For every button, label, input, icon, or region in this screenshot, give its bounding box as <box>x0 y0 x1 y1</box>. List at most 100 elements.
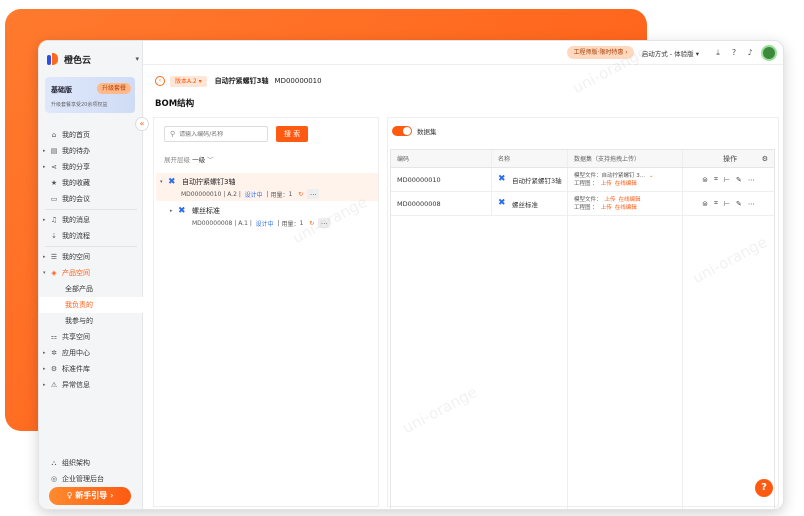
column-header-code: 编码 <box>391 150 492 167</box>
breadcrumb: ‹ 版本A.2 ▾ 自动拧紧螺钉3轴 MD00000010 <box>155 75 322 87</box>
cell-code: MD00000010 <box>391 168 492 191</box>
shared-space-icon: ⚏ <box>50 333 58 341</box>
upgrade-plan-button[interactable]: 升级套餐 <box>96 83 131 94</box>
sidebar-item-todo[interactable]: ▸ ▤ 我的待办 <box>39 143 143 159</box>
warning-icon: ⚠ <box>50 381 58 389</box>
model-file-value[interactable]: 自动拧紧螺钉 3... <box>602 173 646 179</box>
org-chart-icon: ⛬ <box>51 458 57 467</box>
search-button[interactable]: 搜 索 <box>276 126 308 142</box>
sidebar: 橙色云 ▾ 基础版 升级套餐 升级套餐享受20余项权益 ⌂ 我的首页 ▸ ▤ 我的待办… <box>39 41 143 509</box>
more-icon[interactable]: ⋯ <box>748 176 755 184</box>
chevron-down-icon[interactable]: ⌄ <box>649 173 654 179</box>
divider <box>45 209 137 210</box>
sidebar-item-label: 产品空间 <box>62 269 90 277</box>
upload-link[interactable]: 上传 <box>601 181 612 187</box>
sidebar-item-label: 共享空间 <box>62 333 90 341</box>
upload-link[interactable]: 上传 <box>601 205 612 211</box>
sidebar-item-home[interactable]: ⌂ 我的首页 <box>39 127 143 143</box>
tree-icon[interactable]: ⊢ <box>724 176 730 184</box>
tree-node-code: MD00000008 <box>192 219 233 227</box>
sidebar-item-label: 应用中心 <box>62 349 90 357</box>
sidebar-item-shared-space[interactable]: ⚏ 共享空间 <box>39 329 143 345</box>
drawing-label: 工程图 ： <box>574 180 598 187</box>
sidebar-item-label: 我的会议 <box>62 195 90 203</box>
dataset-toggle-label: 数据集 <box>417 128 437 136</box>
cell-dataset: 模型文件： 上传 在线编辑 工程图 ：上传 在线编辑 <box>568 192 683 215</box>
model-file-label: 模型文件： <box>574 196 602 203</box>
download-icon[interactable]: ⤓ <box>713 48 723 58</box>
sidebar-item-admin[interactable]: ◎ 企业管理后台 <box>39 471 143 487</box>
cell-code: MD00000008 <box>391 192 492 215</box>
sidebar-item-favorites[interactable]: ★ 我的收藏 <box>39 175 143 191</box>
sidebar-item-flows[interactable]: ⇣ 我的流程 <box>39 228 143 244</box>
dataset-toggle[interactable] <box>392 126 412 136</box>
tree-node[interactable]: ▾ ✖ 自动拧紧螺钉3轴 MD00000010 | A.2 | 设计中 | 用量… <box>156 173 378 201</box>
replace-icon[interactable]: ⊜ <box>702 176 708 184</box>
expand-level-value: 一级 <box>192 156 206 164</box>
star-icon: ★ <box>50 179 58 187</box>
space-icon: ☰ <box>50 253 58 261</box>
replace-icon[interactable]: ⊜ <box>702 200 708 208</box>
sidebar-item-product-space[interactable]: ▾ ◈ 产品空间 <box>39 265 143 281</box>
upload-link[interactable]: 上传 <box>605 197 616 203</box>
search-input[interactable] <box>179 130 260 138</box>
structure-icon[interactable]: ⌗ <box>714 199 718 208</box>
edit-online-link[interactable]: 在线编辑 <box>619 197 641 203</box>
sidebar-item-spaces[interactable]: ▸ ☰ 我的空间 <box>39 249 143 265</box>
caret-down-icon[interactable]: ▾ <box>160 179 168 185</box>
tree-node-name: 螺丝标准 <box>192 207 220 215</box>
search-box: ⚲ <box>164 126 268 142</box>
product-name: 自动拧紧螺钉3轴 <box>214 77 269 85</box>
startup-mode-dropdown[interactable]: 启动方式 - 体验版 ▾ <box>642 48 699 58</box>
help-button[interactable]: ? <box>755 479 773 497</box>
tree-icon[interactable]: ⊢ <box>724 200 730 208</box>
sidebar-item-label: 我的待办 <box>62 147 90 155</box>
help-circle-icon[interactable]: ? <box>729 48 739 58</box>
part-icon: ✖ <box>178 205 186 216</box>
caret-right-icon[interactable]: ▸ <box>170 208 178 214</box>
sidebar-item-share[interactable]: ▸ ⋖ 我的分享 <box>39 159 143 175</box>
sidebar-item-org[interactable]: ⛬ 组织架构 <box>39 455 143 471</box>
sidebar-item-messages[interactable]: ▸ ♫ 我的消息 <box>39 212 143 228</box>
expand-level-label: 展开层级 <box>164 156 190 164</box>
search-icon: ⚲ <box>170 130 176 138</box>
sidebar-subitem-all-products[interactable]: 全部产品 <box>39 281 143 297</box>
sidebar-item-label: 组织架构 <box>62 459 90 467</box>
edit-online-link[interactable]: 在线编辑 <box>615 181 637 187</box>
sidebar-item-exceptions[interactable]: ▸ ⚠ 异常信息 <box>39 377 143 393</box>
table-row[interactable]: MD00000010 ✖ 自动拧紧螺钉3轴 模型文件：自动拧紧螺钉 3... ⌄ 工… <box>391 168 774 192</box>
plan-description: 升级套餐享受20余项权益 <box>51 102 108 108</box>
page-title: BOM结构 <box>155 99 195 109</box>
table-row[interactable]: MD00000008 ✖ 螺丝标准 模型文件： 上传 在线编辑 工程图 ：上传 在线编辑… <box>391 192 774 216</box>
sidebar-item-label: 异常信息 <box>62 381 90 389</box>
model-file-label: 模型文件： <box>574 172 602 179</box>
collapse-sidebar-icon[interactable]: « <box>135 117 149 131</box>
sidebar-item-std-library[interactable]: ▸ ⚙ 标准件库 <box>39 361 143 377</box>
bell-icon[interactable]: ♪ <box>745 48 755 58</box>
refresh-icon[interactable]: ↻ <box>298 191 303 198</box>
divider <box>682 216 683 509</box>
tree-node-title: ▸ ✖ 螺丝标准 <box>170 206 220 216</box>
gear-icon[interactable]: ⚙ <box>762 155 768 163</box>
structure-icon[interactable]: ⌗ <box>714 175 718 184</box>
beginner-guide-button[interactable]: ♀ 新手引导 › <box>49 487 131 505</box>
sidebar-item-meetings[interactable]: ▭ 我的会议 <box>39 191 143 207</box>
edit-icon[interactable]: ✎ <box>736 200 742 208</box>
more-icon[interactable]: … <box>307 189 320 199</box>
cell-name: ✖ 螺丝标准 <box>492 192 568 215</box>
cell-dataset: 模型文件：自动拧紧螺钉 3... ⌄ 工程图 ：上传 在线编辑 <box>568 168 683 191</box>
edit-online-link[interactable]: 在线编辑 <box>615 205 637 211</box>
sidebar-item-app-center[interactable]: ▸ ✲ 应用中心 <box>39 345 143 361</box>
version-dropdown[interactable]: 版本A.2 ▾ <box>170 75 207 87</box>
more-icon[interactable]: ⋯ <box>748 200 755 208</box>
top-bar: 工程师版·限时特惠 › 启动方式 - 体验版 ▾ ⤓ ? ♪ <box>143 41 783 65</box>
back-icon[interactable]: ‹ <box>155 76 165 86</box>
sidebar-subitem-my-joined[interactable]: 我参与的 <box>39 313 143 329</box>
tree-node-qty: 1 <box>288 190 293 198</box>
edit-icon[interactable]: ✎ <box>736 176 742 184</box>
avatar[interactable] <box>761 44 777 61</box>
sidebar-subitem-my-responsible[interactable]: 我负责的 <box>39 297 143 313</box>
expand-level-select[interactable]: 展开层级 一级 ﹀ <box>164 154 214 164</box>
sidebar-item-label: 我的分享 <box>62 163 90 171</box>
workspace-switcher[interactable]: 橙色云 ▾ <box>47 51 139 67</box>
